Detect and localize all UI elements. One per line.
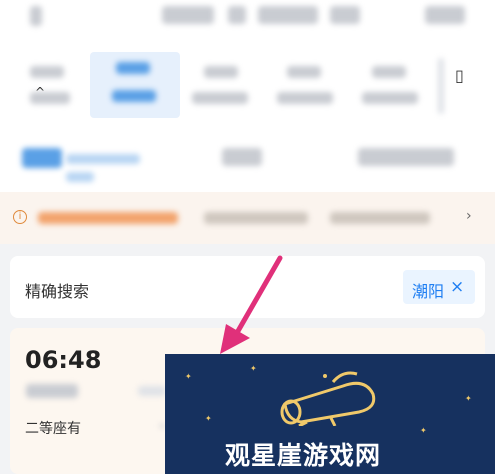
calendar-divider xyxy=(438,58,444,114)
date-tile-1[interactable] xyxy=(30,66,64,78)
date-tile-3[interactable] xyxy=(204,66,238,78)
notice-text-highlight xyxy=(38,212,178,224)
seat-availability: 二等座有 xyxy=(25,421,81,437)
date-tile-4[interactable] xyxy=(287,66,321,78)
duration-text xyxy=(138,386,166,396)
star-icon: ✦ xyxy=(420,426,427,435)
blurred-header-action[interactable] xyxy=(425,6,465,24)
filter-option-2[interactable] xyxy=(222,148,262,166)
arrow-pointer-icon xyxy=(220,255,283,354)
info-icon: i xyxy=(13,210,27,224)
filter-option-3[interactable] xyxy=(358,148,454,166)
departure-station xyxy=(26,384,78,398)
city-chip-label: 潮阳 xyxy=(412,282,445,301)
filter-option-1[interactable] xyxy=(22,148,62,168)
date-tile-selected-top xyxy=(116,62,150,74)
star-icon: ✦ xyxy=(205,414,212,423)
seat-dot xyxy=(160,424,164,428)
blurred-route-icon xyxy=(228,6,246,24)
chevron-right-icon[interactable]: › xyxy=(466,208,472,224)
date-tile-4-sub xyxy=(277,92,333,104)
notice-text-2 xyxy=(330,212,430,224)
date-tile-3-sub xyxy=(192,92,248,104)
star-icon: ✦ xyxy=(250,364,257,373)
blurred-route-title xyxy=(162,6,214,24)
precise-search-label[interactable]: 精确搜索 xyxy=(25,278,89,302)
star-icon: ✦ xyxy=(465,394,472,403)
star-icon: ✦ xyxy=(185,372,192,381)
date-tile-selected-bottom xyxy=(112,90,156,102)
telescope-logo xyxy=(280,371,376,426)
blurred-back-control[interactable] xyxy=(30,6,42,26)
notice-text-1 xyxy=(204,212,308,224)
filter-option-1-extra xyxy=(66,154,140,164)
close-icon[interactable]: × xyxy=(450,277,464,297)
caret-up-icon: ^ xyxy=(35,85,46,99)
filter-option-1-sub xyxy=(66,172,94,182)
blurred-route-title-2 xyxy=(258,6,318,24)
date-tile-5[interactable] xyxy=(372,66,406,78)
blurred-route-title-3 xyxy=(330,6,360,24)
departure-time: 06:48 xyxy=(25,346,102,374)
watermark-title: 观星崖游戏网 xyxy=(225,441,382,470)
date-tile-5-sub xyxy=(362,92,418,104)
calendar-icon[interactable]: ▯ xyxy=(455,66,464,85)
watermark-banner: ✦ ✦ ✦ ✦ ✦ 观星崖游戏网 xyxy=(165,354,495,474)
